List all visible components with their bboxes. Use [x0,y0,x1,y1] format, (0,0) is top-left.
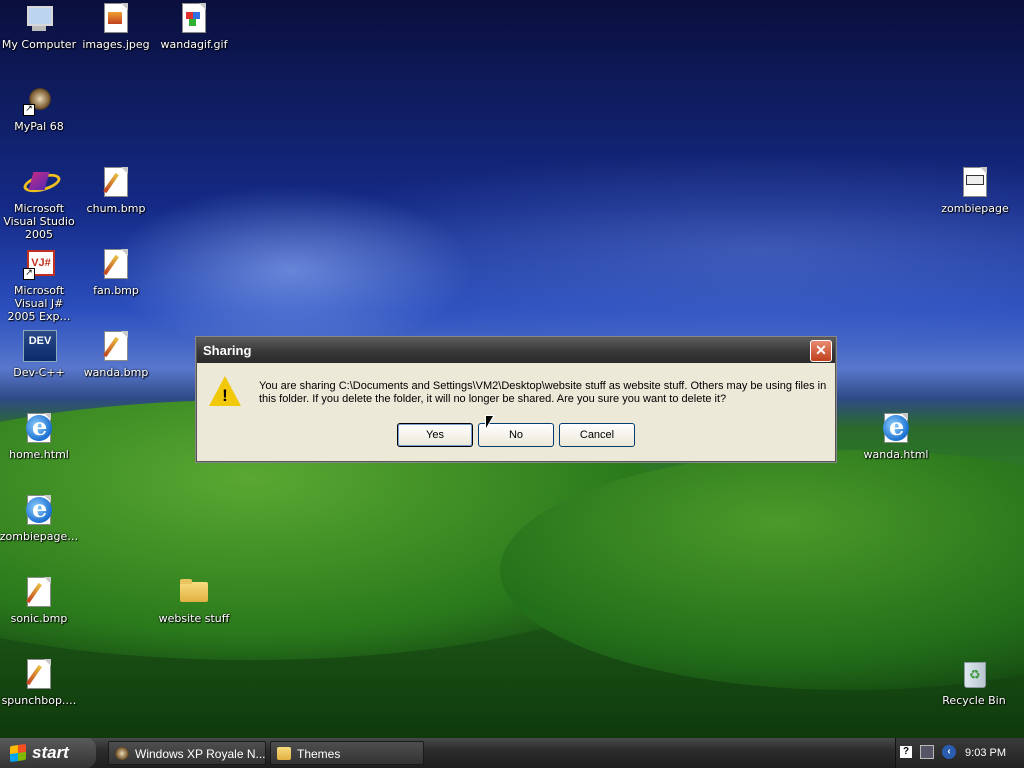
icon-label: chum.bmp [86,202,146,215]
desktop-icon-my-computer[interactable]: My Computer [0,2,79,51]
folder-icon [277,747,291,760]
image-file-icon [100,2,132,34]
shortcut-arrow-icon: ↗ [23,104,35,116]
desktop-icon-wanda-bmp[interactable]: wanda.bmp [76,330,156,379]
clock[interactable]: 9:03 PM [965,747,1006,759]
icon-label: wanda.html [863,448,929,461]
desktop-icon-mypal[interactable]: ↗ MyPal 68 [0,84,79,133]
yes-button[interactable]: Yes [397,423,473,447]
desktop-icon-zombiepage[interactable]: zombiepage [935,166,1015,215]
ie-html-icon [23,412,55,444]
taskbar-button-windows-xp-royale[interactable]: Windows XP Royale N... [108,741,266,765]
desktop-icon-website-stuff[interactable]: website stuff [154,576,234,625]
desktop-icon-vj[interactable]: VJ# ↗ Microsoft Visual J# 2005 Exp… [0,248,79,323]
bitmap-file-icon [100,166,132,198]
desktop-icon-sonic-bmp[interactable]: sonic.bmp [0,576,79,625]
desktop-icon-devcpp[interactable]: DEV Dev-C++ [0,330,79,379]
dialog-titlebar[interactable]: Sharing ✕ [197,338,835,363]
dialog-message: You are sharing C:\Documents and Setting… [259,380,827,405]
desktop-icon-wanda-html[interactable]: wanda.html [856,412,936,461]
vj-icon: VJ# ↗ [23,248,55,280]
start-button[interactable]: start [0,738,96,768]
task-label: Windows XP Royale N... [135,747,266,761]
mypal-icon [115,747,129,760]
icon-label: My Computer [1,38,77,51]
bitmap-file-icon [100,330,132,362]
desktop-icon-zombiepage-html[interactable]: zombiepage… [0,494,79,543]
bitmap-file-icon [23,576,55,608]
ie-html-icon [23,494,55,526]
icon-label: sonic.bmp [10,612,68,625]
icon-label: images.jpeg [82,38,150,51]
desktop-icon-wandagif[interactable]: wandagif.gif [154,2,234,51]
icon-label: fan.bmp [93,284,139,297]
system-tray: ? ‹ 9:03 PM [895,738,1024,768]
desktop-icon-recycle-bin[interactable]: ♻ Recycle Bin [934,658,1014,707]
icon-label: website stuff [158,612,230,625]
cancel-button[interactable]: Cancel [559,423,635,447]
icon-label: MyPal 68 [14,120,64,133]
taskbar-button-themes[interactable]: Themes [270,741,424,765]
icon-label: Recycle Bin [942,694,1006,707]
desktop-icon-visual-studio[interactable]: Microsoft Visual Studio 2005 [0,166,79,241]
desktop-icon-home-html[interactable]: home.html [0,412,79,461]
icon-label: Microsoft Visual J# 2005 Exp… [7,284,71,323]
warning-exclamation: ! [222,386,228,405]
icon-label: wandagif.gif [160,38,228,51]
close-icon: ✕ [815,342,827,358]
start-label: start [32,743,69,762]
mypal-icon: ↗ [23,84,55,116]
desktop-icon-fan-bmp[interactable]: fan.bmp [76,248,156,297]
icon-label: zombiepage [941,202,1009,215]
icon-label: wanda.bmp [83,366,149,379]
visual-studio-icon [21,166,63,198]
icon-label: Microsoft Visual Studio 2005 [3,202,75,241]
close-button[interactable]: ✕ [810,340,832,362]
icon-label: home.html [9,448,69,461]
help-icon[interactable]: ? [900,746,912,758]
desktop-icon-images-jpeg[interactable]: images.jpeg [76,2,156,51]
windows-logo-icon [10,743,26,763]
bitmap-file-icon [23,658,55,690]
icon-label: zombiepage… [0,530,79,543]
folder-icon [178,576,210,608]
network-icon[interactable] [920,745,934,759]
devcpp-icon: DEV [23,330,57,362]
computer-icon [23,2,55,34]
gif-file-icon [178,2,210,34]
icon-label: spunchbop.… [1,694,77,707]
recycle-bin-icon: ♻ [958,658,990,690]
mouse-cursor-icon [485,415,495,431]
icon-label: Dev-C++ [13,366,65,379]
shortcut-arrow-icon: ↗ [23,268,35,280]
sharing-dialog: Sharing ✕ ! You are sharing C:\Documents… [196,337,836,462]
taskbar: start Windows XP Royale N... Themes ? ‹ … [0,738,1024,768]
desktop-icon-spunchbop[interactable]: spunchbop.… [0,658,79,707]
chevron-left-icon[interactable]: ‹ [942,745,956,759]
task-label: Themes [297,747,341,761]
ie-html-icon [880,412,912,444]
bitmap-file-icon [100,248,132,280]
desktop-icon-chum-bmp[interactable]: chum.bmp [76,166,156,215]
dialog-title: Sharing [203,343,252,358]
web-file-icon [959,166,991,198]
